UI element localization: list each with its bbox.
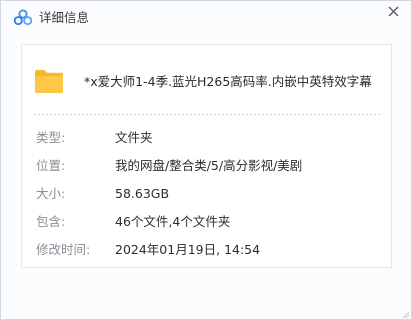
divider [34, 114, 382, 115]
detail-row-size: 大小: 58.63GB [22, 186, 391, 202]
detail-value: 58.63GB [115, 186, 170, 201]
detail-value: 2024年01月19日, 14:54 [115, 242, 261, 257]
detail-label: 包含: [36, 214, 66, 229]
detail-value[interactable]: 我的网盘/整合类/5/高分影视/美剧 [115, 158, 302, 174]
resize-grip-icon[interactable] [400, 309, 410, 319]
detail-label: 位置: [36, 158, 66, 173]
cloud-logo-icon [14, 9, 32, 26]
close-icon [388, 6, 399, 17]
details-dialog: 详细信息 *x爱大师1-4季.蓝光H265高码率.内嵌中英特效字幕 类型: 文件… [0, 0, 412, 320]
detail-row-type: 类型: 文件夹 [22, 130, 391, 146]
file-name: *x爱大师1-4季.蓝光H265高码率.内嵌中英特效字幕 [84, 74, 372, 89]
detail-row-contains: 包含: 46个文件,4个文件夹 [22, 214, 391, 230]
detail-label: 类型: [36, 130, 66, 145]
detail-row-location: 位置: 我的网盘/整合类/5/高分影视/美剧 [22, 158, 391, 174]
detail-label: 修改时间: [36, 242, 91, 257]
dialog-title: 详细信息 [39, 10, 90, 25]
detail-value: 46个文件,4个文件夹 [115, 214, 231, 229]
detail-row-modified: 修改时间: 2024年01月19日, 14:54 [22, 242, 391, 258]
title-bar[interactable]: 详细信息 [1, 1, 411, 34]
close-button[interactable] [382, 1, 406, 23]
detail-value: 文件夹 [115, 130, 153, 145]
detail-label: 大小: [36, 186, 66, 201]
folder-icon [35, 70, 63, 93]
details-panel: *x爱大师1-4季.蓝光H265高码率.内嵌中英特效字幕 类型: 文件夹 位置:… [21, 44, 392, 268]
